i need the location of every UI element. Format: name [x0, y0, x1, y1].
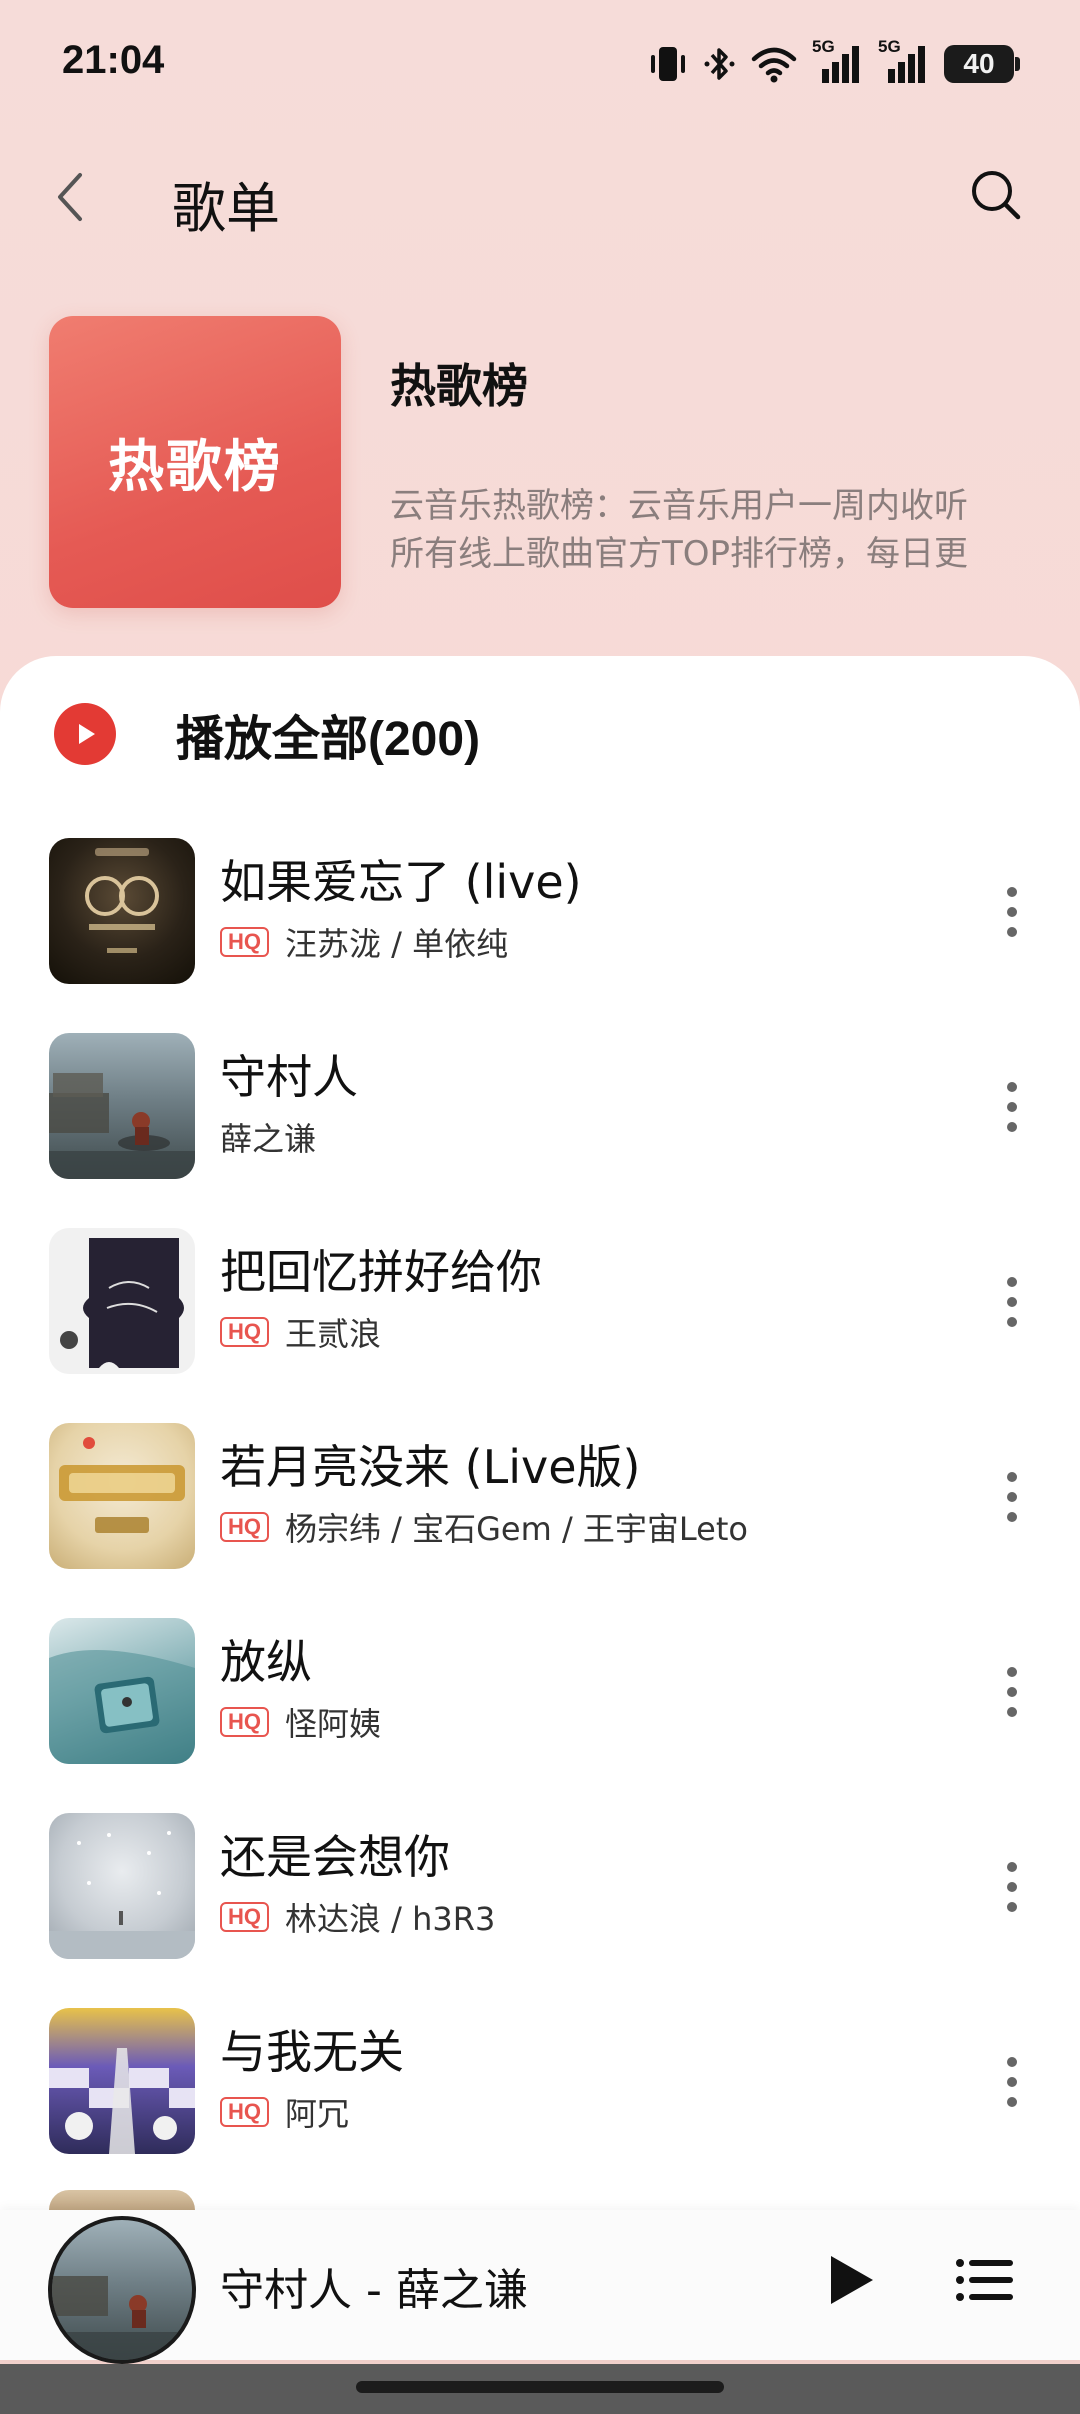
song-cover: [49, 1033, 195, 1179]
song-row[interactable]: 守村人 薛之谦: [0, 1019, 1080, 1189]
more-vertical-icon: [1007, 1667, 1017, 1717]
hq-badge: HQ: [220, 927, 269, 957]
song-row[interactable]: 如果爱忘了 (live) HQ 汪苏泷 / 单依纯: [0, 824, 1080, 994]
song-list-panel: 播放全部(200) 如果爱忘了 (live) HQ 汪苏泷 / 单依纯 守村人 …: [0, 656, 1080, 2216]
more-options-button[interactable]: [982, 2032, 1042, 2132]
song-title: 与我无关: [220, 2025, 404, 2079]
song-subtitle: 薛之谦: [220, 1115, 316, 1159]
back-button[interactable]: [52, 152, 112, 242]
status-time: 21:04: [62, 38, 165, 82]
more-options-button[interactable]: [982, 1057, 1042, 1157]
song-title: 把回忆拼好给你: [220, 1245, 542, 1299]
song-artists: 薛之谦: [220, 1120, 317, 1158]
song-cover: [49, 1618, 195, 1764]
playlist-title: 热歌榜: [390, 359, 528, 413]
bluetooth-icon: [702, 43, 736, 85]
more-vertical-icon: [1007, 887, 1017, 937]
song-artists: 杨宗纬 / 宝石Gem / 王宇宙Leto: [285, 1510, 748, 1548]
home-indicator[interactable]: [356, 2381, 724, 2393]
play-all-label: 播放全部(200): [176, 713, 481, 766]
song-subtitle: HQ 汪苏泷 / 单依纯: [220, 920, 508, 964]
play-button[interactable]: [816, 2240, 886, 2320]
vibrate-icon: [648, 43, 688, 85]
playlist-cover-text: 热歌榜: [108, 434, 282, 500]
more-vertical-icon: [1007, 2057, 1017, 2107]
status-icons: 5G 5G 40: [648, 37, 1020, 88]
more-options-button[interactable]: [982, 1252, 1042, 1352]
hq-badge: HQ: [220, 1902, 269, 1932]
hq-badge: HQ: [220, 1512, 269, 1542]
song-subtitle: HQ 杨宗纬 / 宝石Gem / 王宇宙Leto: [220, 1505, 748, 1549]
song-artists: 阿冗: [285, 2095, 350, 2133]
more-vertical-icon: [1007, 1082, 1017, 1132]
header: 歌单: [0, 140, 1080, 250]
play-all-button[interactable]: 播放全部(200): [54, 694, 480, 774]
song-row[interactable]: 若月亮没来 (Live版) HQ 杨宗纬 / 宝石Gem / 王宇宙Leto: [0, 1409, 1080, 1579]
signal-icon: 5G: [812, 37, 864, 87]
now-playing-title[interactable]: 守村人 - 薛之谦: [220, 2254, 528, 2318]
song-cover: [49, 1813, 195, 1959]
song-cover: [49, 1423, 195, 1569]
playlist-queue-button[interactable]: [950, 2240, 1020, 2320]
song-row[interactable]: 还是会想你 HQ 林达浪 / h3R3: [0, 1799, 1080, 1969]
wifi-icon: [750, 43, 798, 85]
play-icon: [831, 2256, 873, 2304]
song-title: 若月亮没来 (Live版): [220, 1440, 641, 1494]
search-icon: [972, 171, 1021, 220]
song-artists: 汪苏泷 / 单依纯: [285, 925, 509, 963]
more-vertical-icon: [1007, 1472, 1017, 1522]
hq-badge: HQ: [220, 2097, 269, 2127]
signal-icon: 5G: [878, 37, 930, 87]
song-artists: 林达浪 / h3R3: [285, 1900, 496, 1938]
playlist-cover[interactable]: 热歌榜: [49, 316, 341, 608]
more-options-button[interactable]: [982, 1642, 1042, 1742]
song-cover: [49, 838, 195, 984]
song-cover: [49, 2008, 195, 2154]
playlist-description-line: 云音乐热歌榜：云音乐用户一周内收听: [390, 486, 968, 526]
song-subtitle: HQ 王贰浪: [220, 1310, 381, 1354]
more-options-button[interactable]: [982, 1447, 1042, 1547]
song-title: 守村人: [220, 1050, 358, 1104]
play-circle-icon: [54, 703, 116, 765]
page-title: 歌单: [172, 177, 280, 240]
more-options-button[interactable]: [982, 862, 1042, 962]
battery-icon: 40: [944, 45, 1020, 83]
mini-player[interactable]: 守村人 - 薛之谦: [0, 2210, 1080, 2364]
song-row[interactable]: 放纵 HQ 怪阿姨: [0, 1604, 1080, 1774]
song-subtitle: HQ 怪阿姨: [220, 1700, 381, 1744]
song-artists: 王贰浪: [285, 1315, 382, 1353]
now-playing-cover[interactable]: [48, 2216, 196, 2364]
song-title: 放纵: [220, 1635, 312, 1689]
hq-badge: HQ: [220, 1317, 269, 1347]
hq-badge: HQ: [220, 1707, 269, 1737]
playlist-description[interactable]: 云音乐热歌榜：云音乐用户一周内收听 所有线上歌曲官方TOP排行榜，每日更: [390, 482, 1030, 578]
chevron-left-icon: [58, 173, 82, 221]
song-subtitle: HQ 林达浪 / h3R3: [220, 1895, 495, 1939]
system-nav-bar: [0, 2364, 1080, 2414]
more-vertical-icon: [1007, 1277, 1017, 1327]
song-cover: [49, 1228, 195, 1374]
song-title: 如果爱忘了 (live): [220, 855, 582, 909]
song-row[interactable]: 把回忆拼好给你 HQ 王贰浪: [0, 1214, 1080, 1384]
search-button[interactable]: [956, 150, 1036, 240]
song-artists: 怪阿姨: [285, 1705, 382, 1743]
status-bar: 21:04 5G 5G 40: [0, 0, 1080, 130]
more-vertical-icon: [1007, 1862, 1017, 1912]
song-row[interactable]: 与我无关 HQ 阿冗: [0, 1994, 1080, 2164]
more-options-button[interactable]: [982, 1837, 1042, 1937]
song-title: 还是会想你: [220, 1830, 450, 1884]
playlist-description-line: 所有线上歌曲官方TOP排行榜，每日更: [390, 534, 969, 574]
song-subtitle: HQ 阿冗: [220, 2090, 349, 2134]
queue-list-icon: [956, 2259, 1013, 2301]
